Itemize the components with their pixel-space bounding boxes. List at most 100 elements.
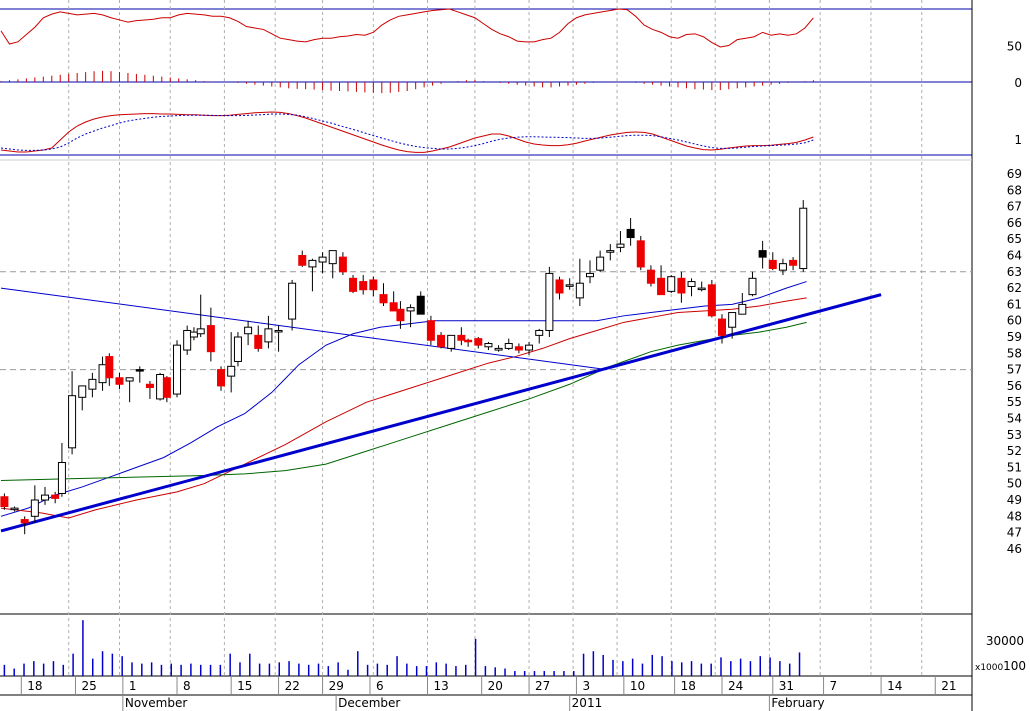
date-label: 18 xyxy=(27,679,42,693)
candle-body xyxy=(555,279,564,294)
candle-body xyxy=(687,281,696,287)
candle-body xyxy=(718,318,727,336)
candle-body xyxy=(535,329,544,336)
candle-body xyxy=(328,250,337,265)
volume-tick-label: 30000 xyxy=(986,634,1024,648)
price-tick-label: 56 xyxy=(1007,379,1022,393)
price-tick-label: 55 xyxy=(1007,395,1022,409)
candle-body xyxy=(20,519,29,524)
candle-body xyxy=(125,377,134,382)
candle-body xyxy=(88,378,97,390)
candle-body xyxy=(10,507,19,511)
candle-body xyxy=(596,256,605,271)
candle-body xyxy=(728,312,737,328)
candle-body xyxy=(778,263,787,271)
candle-body xyxy=(585,272,594,278)
candle-body xyxy=(369,279,378,291)
price-tick-label: 61 xyxy=(1007,297,1022,311)
price-tick-label: 64 xyxy=(1007,249,1022,263)
candle-body xyxy=(338,256,347,273)
volume-panel: 30000 100x1000 xyxy=(3,620,1026,676)
price-tick-label: 62 xyxy=(1007,281,1022,295)
macd-line xyxy=(0,111,814,153)
candle-body xyxy=(525,344,534,351)
candle-body xyxy=(206,325,215,353)
candle-body xyxy=(464,339,473,343)
date-label: 22 xyxy=(285,679,300,693)
candle-body xyxy=(68,395,77,449)
macd-tick-label: 1 xyxy=(1014,133,1022,147)
trendline-resistance-line xyxy=(0,287,607,371)
candle-body xyxy=(41,494,50,501)
candle-body xyxy=(484,343,493,348)
candle-body xyxy=(738,303,747,315)
candle-body xyxy=(789,259,798,266)
candle-body xyxy=(457,334,466,341)
rsi-panel: 50 xyxy=(0,8,1022,54)
price-tick-label: 67 xyxy=(1007,200,1022,214)
candle-body xyxy=(135,369,144,372)
candle-body xyxy=(105,356,114,379)
candle-body xyxy=(396,308,405,322)
panel-frames xyxy=(0,0,973,711)
date-label: 20 xyxy=(488,679,503,693)
candle-body xyxy=(626,228,635,239)
price-tick-label: 53 xyxy=(1007,428,1022,442)
rsi-line xyxy=(0,8,814,48)
axis-labels: 18 25 1 8 15 22 29 6 13 20 27 3 10 18 24 31 7 14 21Novembe… xyxy=(20,676,957,711)
candle-body xyxy=(359,281,368,291)
price-tick-label: 49 xyxy=(1007,493,1022,507)
candle-body xyxy=(173,344,182,395)
candle-body xyxy=(657,277,666,296)
candle-body xyxy=(162,377,171,398)
price-tick-label: 48 xyxy=(1007,509,1022,523)
candle-body xyxy=(264,328,273,343)
candle-body xyxy=(30,499,39,517)
ma-mid-line xyxy=(0,297,807,519)
price-tick-label: 65 xyxy=(1007,232,1022,246)
candle-body xyxy=(298,255,307,266)
candle-body xyxy=(768,259,777,270)
histogram-tick-label: 0 xyxy=(1014,76,1022,90)
candle-body xyxy=(254,334,263,349)
candle-body xyxy=(447,334,456,349)
candle-body xyxy=(98,364,107,384)
price-tick-label: 50 xyxy=(1007,477,1022,491)
price-tick-label: 47 xyxy=(1007,526,1022,540)
date-label: 29 xyxy=(329,679,344,693)
price-panel: 46 47 48 49 50 51 52 53 54 55 56 57 58 59 60 61 62 63 64 65… xyxy=(0,167,1022,556)
date-label: 10 xyxy=(630,679,645,693)
price-tick-label: 46 xyxy=(1007,542,1022,556)
candle-body xyxy=(217,369,226,387)
date-label: 3 xyxy=(582,679,590,693)
candle-body xyxy=(244,326,253,335)
candle-body xyxy=(406,307,415,312)
candle-body xyxy=(677,277,686,294)
date-label: 24 xyxy=(728,679,743,693)
candle-body xyxy=(758,250,767,258)
volume-scale-label: x1000 xyxy=(975,663,1004,673)
candle-body xyxy=(504,343,513,349)
month-label: 2011 xyxy=(572,696,603,710)
date-label: 8 xyxy=(183,679,191,693)
rsi-tick-label: 50 xyxy=(1007,40,1022,54)
candle-body xyxy=(156,373,165,400)
candle-body xyxy=(606,250,615,253)
candle-body xyxy=(426,320,435,341)
date-label: 27 xyxy=(535,679,550,693)
price-tick-label: 60 xyxy=(1007,314,1022,328)
macd-signal-line xyxy=(0,113,814,151)
candle-body xyxy=(274,329,283,333)
date-label: 15 xyxy=(237,679,252,693)
candle-body xyxy=(145,383,154,389)
candle-body xyxy=(636,240,645,268)
candle-body xyxy=(799,207,808,270)
candle-body xyxy=(437,334,446,348)
date-label: 31 xyxy=(779,679,794,693)
month-label: December xyxy=(338,696,400,710)
candle-body xyxy=(474,338,483,346)
candle-body xyxy=(349,277,358,292)
stock-chart: 50 0 1 464748495051525354555657585960616… xyxy=(0,0,1026,711)
candle-body xyxy=(697,287,706,291)
candle-body xyxy=(57,462,66,494)
